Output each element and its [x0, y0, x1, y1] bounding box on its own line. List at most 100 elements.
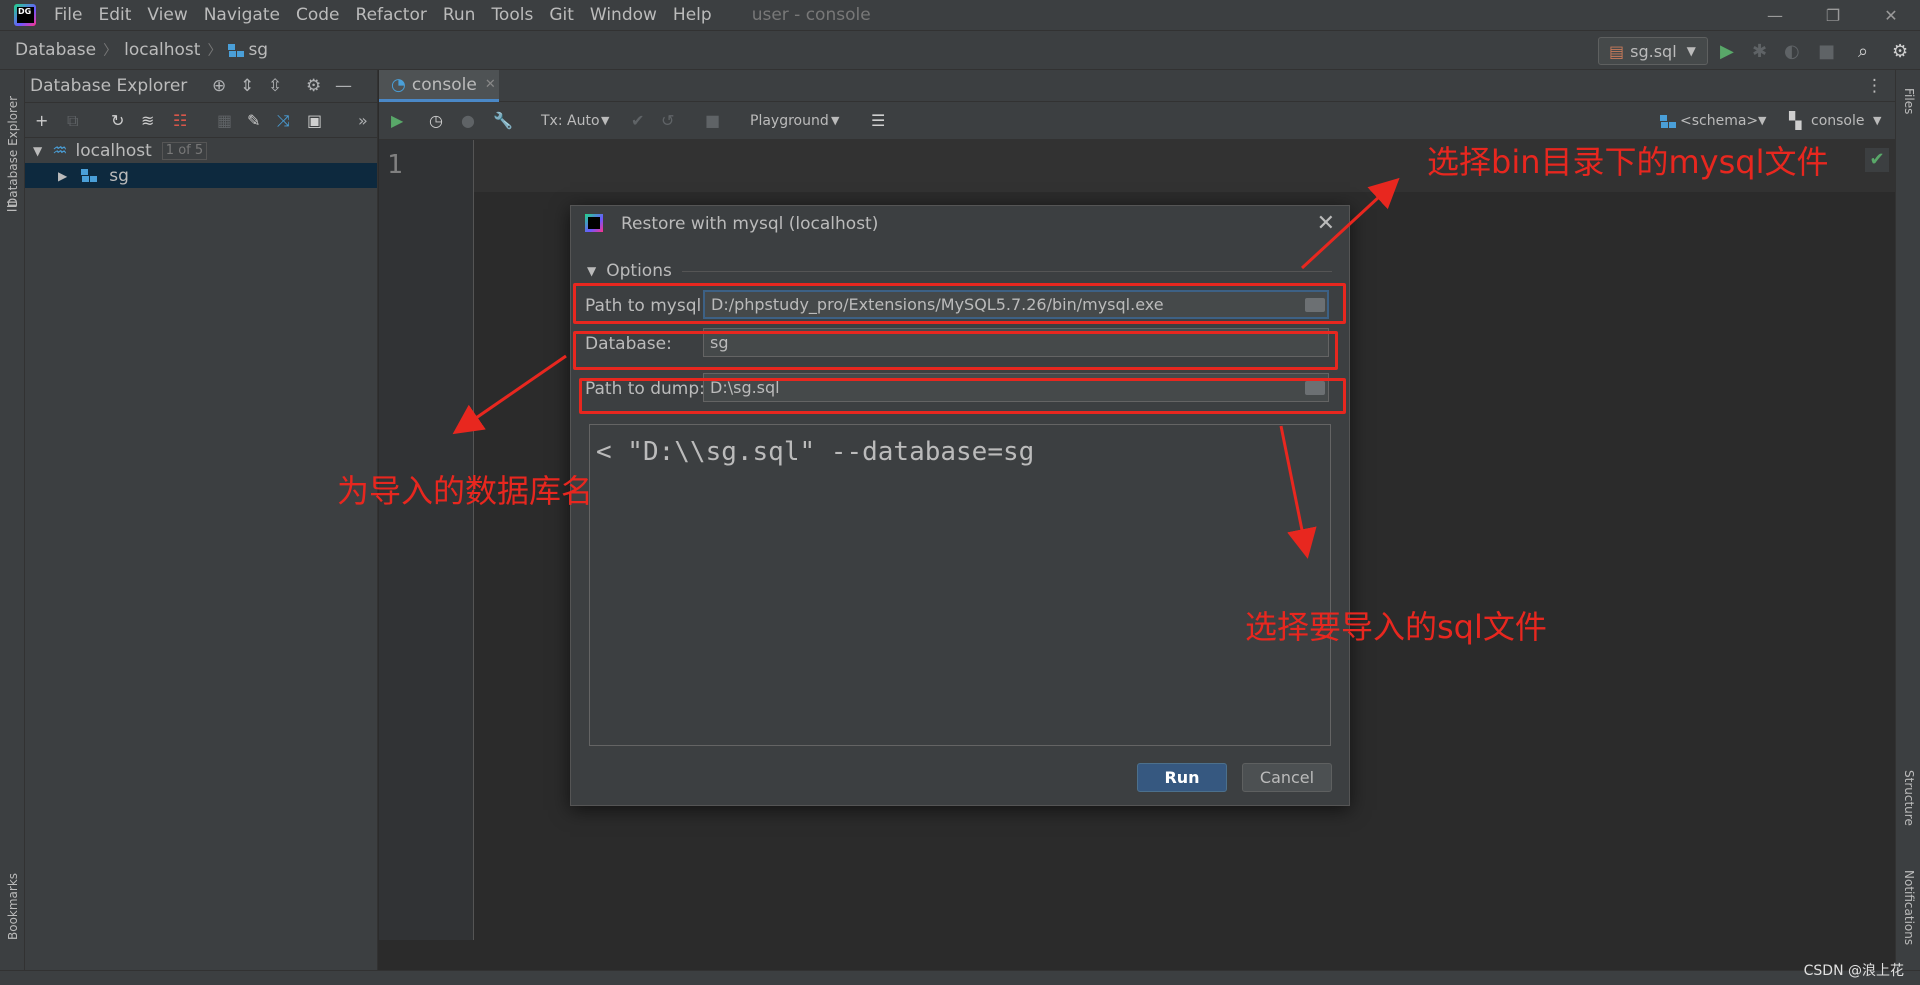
cancel-button[interactable]: Cancel — [1242, 763, 1332, 792]
gear-icon[interactable]: ⚙ — [1892, 41, 1908, 62]
chevron-down-icon: ▼ — [1686, 44, 1696, 58]
navigation-bar: Database 〉 localhost 〉 sg ▤ sg.sql ▼ ▶ ✱… — [0, 30, 1920, 70]
tool-tab-database-explorer[interactable]: Database Explorer — [6, 82, 20, 207]
history-icon[interactable]: ◷ — [429, 111, 443, 130]
divider — [681, 270, 1332, 272]
add-icon[interactable]: + — [35, 111, 48, 130]
debug-icon[interactable]: ✱ — [1752, 41, 1767, 62]
status-bar — [0, 970, 1920, 985]
menu-code[interactable]: Code — [296, 5, 340, 25]
settings-wrench-icon[interactable]: 🔧 — [493, 111, 513, 130]
chevron-down-icon: ▼ — [601, 114, 610, 127]
refresh-icon[interactable]: ↻ — [111, 111, 124, 130]
rollback-icon[interactable]: ↺ — [661, 111, 674, 130]
menu-edit[interactable]: Edit — [98, 5, 131, 25]
query-console-icon[interactable]: ▣ — [307, 111, 322, 130]
tree-label-localhost: localhost — [75, 140, 152, 161]
schema-icon — [81, 169, 98, 182]
jump-to-icon[interactable]: ⤨ — [277, 111, 290, 131]
tx-mode-dropdown[interactable]: Tx: Auto — [541, 113, 600, 129]
session-selector[interactable]: console — [1811, 113, 1865, 129]
coverage-icon[interactable]: ◐ — [1784, 41, 1800, 62]
menu-navigate[interactable]: Navigate — [204, 5, 280, 25]
tree-row-sg[interactable]: ▶ sg — [25, 163, 377, 188]
more-icon[interactable]: » — [358, 111, 368, 130]
menu-help[interactable]: Help — [673, 5, 712, 25]
console-icon: ◔ — [391, 74, 406, 95]
search-icon[interactable]: ⌕ — [1858, 41, 1868, 62]
menu-file[interactable]: File — [54, 5, 82, 25]
more-vertical-icon[interactable]: ⋮ — [1866, 76, 1883, 96]
disconnect-icon[interactable]: ☷ — [173, 111, 187, 130]
tool-tab-notifications[interactable]: Notifications — [1902, 870, 1916, 945]
close-icon[interactable]: ✕ — [1317, 211, 1335, 236]
close-window-icon[interactable]: ✕ — [1862, 0, 1920, 30]
no-problems-check-icon[interactable]: ✔ — [1865, 148, 1889, 172]
edit-icon[interactable]: ✎ — [247, 111, 260, 130]
sql-file-icon: ▤ — [1609, 41, 1625, 61]
schema-sync-icon[interactable]: ≋ — [141, 111, 154, 130]
chevron-down-icon[interactable]: ▼ — [587, 264, 596, 278]
annotation-text-bin-mysql: 选择bin目录下的mysql文件 — [1427, 143, 1829, 181]
database-icon: ☰ — [6, 200, 18, 215]
chevron-right-icon[interactable]: ▶ — [58, 169, 67, 183]
options-section[interactable]: ▼ Options — [587, 261, 1332, 281]
stop-icon[interactable]: ■ — [1818, 41, 1835, 62]
minimize-icon[interactable]: — — [1746, 0, 1804, 30]
execute-icon[interactable]: ▶ — [391, 111, 403, 130]
menu-window[interactable]: Window — [590, 5, 657, 25]
run-config-label: sg.sql — [1630, 41, 1677, 61]
playground-dropdown[interactable]: Playground — [750, 113, 829, 129]
tool-tab-structure[interactable]: Structure — [1902, 770, 1916, 826]
run-button[interactable]: Run — [1137, 763, 1227, 792]
left-tool-stripe: Database Explorer ☰ Bookmarks — [0, 70, 25, 970]
command-preview[interactable]: < "D:\\sg.sql" --database=sg — [589, 424, 1331, 746]
run-config-dropdown[interactable]: ▤ sg.sql ▼ — [1598, 37, 1708, 65]
cancel-running-icon[interactable]: ● — [461, 111, 475, 130]
window-controls: — ❐ ✕ — [1746, 0, 1920, 30]
tree-row-localhost[interactable]: ▼ ♒ localhost 1 of 5 — [25, 138, 377, 163]
database-explorer-panel: Database Explorer ⊕ ⇕ ⇳ ⚙ — + ⧉ ↻ ≋ ☷ ▦ … — [25, 70, 378, 970]
chevron-down-icon: ▼ — [831, 114, 840, 127]
collapse-all-icon[interactable]: ⇳ — [268, 76, 282, 96]
annotation-text-sql-file: 选择要导入的sql文件 — [1245, 608, 1547, 646]
editor-toolbar: ▶ ◷ ● 🔧 Tx: Auto ▼ ✔ ↺ ■ Playground ▼ ☰ … — [379, 102, 1895, 140]
restore-icon[interactable]: ❐ — [1804, 0, 1862, 30]
annotation-text-db-name: 为导入的数据库名 — [337, 472, 594, 510]
breadcrumb-localhost[interactable]: localhost — [124, 40, 200, 60]
annotation-box-database — [573, 331, 1338, 370]
dialog-title: Restore with mysql (localhost) — [621, 214, 879, 234]
menu-refactor[interactable]: Refactor — [356, 5, 427, 25]
expand-all-icon[interactable]: ⇕ — [240, 76, 254, 96]
schema-icon — [228, 43, 245, 57]
breadcrumb-sg[interactable]: sg — [248, 40, 268, 60]
copy-icon[interactable]: ⧉ — [67, 111, 78, 131]
tool-tab-files[interactable]: Files — [1902, 88, 1916, 114]
menu-view[interactable]: View — [147, 5, 187, 25]
table-icon[interactable]: ▦ — [217, 111, 232, 130]
tab-console-label: console — [411, 74, 477, 95]
hide-panel-icon[interactable]: — — [335, 76, 352, 96]
window-title: user - console — [751, 5, 871, 25]
chevron-right-icon: 〉 — [103, 43, 118, 59]
chevron-down-icon: ▼ — [1873, 114, 1882, 127]
output-layout-icon[interactable]: ☰ — [871, 111, 885, 130]
commit-icon[interactable]: ✔ — [631, 111, 644, 130]
menu-tools[interactable]: Tools — [491, 5, 533, 25]
run-icon[interactable]: ▶ — [1720, 41, 1734, 62]
chevron-down-icon[interactable]: ▼ — [33, 144, 42, 158]
tree-label-sg: sg — [109, 165, 129, 186]
schema-selector[interactable]: <schema> — [1680, 113, 1758, 129]
tab-console[interactable]: ◔ console ✕ — [379, 70, 499, 102]
menu-run[interactable]: Run — [443, 5, 476, 25]
menu-git[interactable]: Git — [549, 5, 574, 25]
editor-tabs-bar: ◔ console ✕ ⋮ — [379, 70, 1895, 102]
close-tab-icon[interactable]: ✕ — [485, 77, 496, 92]
tool-tab-bookmarks[interactable]: Bookmarks — [6, 865, 20, 940]
connection-count-badge: 1 of 5 — [161, 141, 208, 160]
datagrip-logo-icon — [14, 4, 36, 26]
locate-icon[interactable]: ⊕ — [212, 76, 226, 96]
stop-icon[interactable]: ■ — [705, 111, 720, 130]
gear-icon[interactable]: ⚙ — [306, 76, 321, 96]
breadcrumb-database[interactable]: Database — [15, 40, 96, 60]
